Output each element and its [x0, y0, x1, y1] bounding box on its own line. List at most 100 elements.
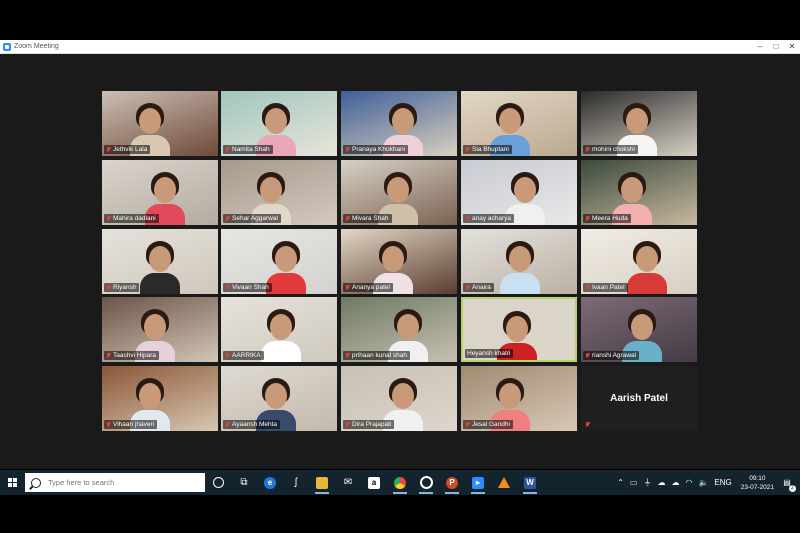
person-face [397, 314, 419, 340]
wifi-icon[interactable]: ◠ [682, 478, 695, 487]
participant-name: Anaira [472, 284, 491, 291]
participant-tile[interactable]: Ayaansh Mehta [221, 366, 337, 431]
name-tag: Dira Prajapati [343, 420, 395, 429]
onedrive-icon[interactable]: ☁ [668, 478, 682, 487]
participant-display-name: Aarish Patel [610, 393, 668, 404]
participant-name: Riyansh [113, 284, 137, 291]
edge-icon[interactable]: e [257, 470, 283, 495]
minimize-button[interactable]: – [752, 42, 768, 51]
participant-tile[interactable]: Mivara Shah [341, 160, 457, 225]
participant-tile[interactable]: Riyansh [102, 229, 218, 294]
participant-tile[interactable]: Pranaya Khokhani [341, 91, 457, 156]
start-button[interactable] [0, 470, 24, 495]
participant-tile[interactable]: prihaan kunal shah [341, 297, 457, 362]
mic-muted-icon [465, 146, 470, 153]
participant-tile[interactable]: Meera Huda [581, 160, 697, 225]
task-view-icon[interactable]: ⧉ [231, 470, 257, 495]
participant-name: Ayaansh Mehta [232, 421, 278, 428]
name-tag: Jethvik Lala [104, 145, 151, 154]
name-tag: Anaira [463, 283, 494, 292]
gallery-view: Jethvik Lala Namita Shah Pranaya Khokhani S… [0, 54, 800, 469]
participant-tile[interactable]: mohini chokshi [581, 91, 697, 156]
mail-icon[interactable]: ✉ [335, 470, 361, 495]
participant-tile[interactable]: Ananya patel [341, 229, 457, 294]
maximize-button[interactable]: □ [768, 42, 784, 51]
language-indicator[interactable]: ENG [711, 478, 734, 487]
participant-name: rianshi Agrawal [592, 352, 637, 359]
participant-tile[interactable]: Aarish Patel [581, 366, 697, 431]
amazon-icon[interactable]: a [361, 470, 387, 495]
participant-tile[interactable]: rianshi Agrawal [581, 297, 697, 362]
name-tag: Vihaan jhaveri [104, 420, 158, 429]
mic-muted-icon [106, 421, 111, 428]
participant-tile[interactable]: Sehar Aggarwal [221, 160, 337, 225]
file-explorer-icon[interactable] [309, 470, 335, 495]
participant-tile[interactable]: Mahira dadlani [102, 160, 218, 225]
person-face [506, 316, 528, 342]
notification-center-button[interactable]: ▤ 2 [780, 476, 796, 492]
cloud-icon[interactable]: ☁ [654, 478, 668, 487]
participant-tile[interactable]: Anaira [461, 229, 577, 294]
participant-name: mohini chokshi [592, 146, 635, 153]
word-icon[interactable]: W [517, 470, 543, 495]
mic-muted-icon [225, 215, 230, 222]
person-face [139, 108, 161, 134]
chevron-up-icon[interactable]: ⌃ [614, 478, 627, 487]
zoom-icon[interactable]: ▸ [465, 470, 491, 495]
chrome-icon[interactable] [387, 470, 413, 495]
mic-muted-icon [585, 215, 590, 222]
participant-tile[interactable]: Jethvik Lala [102, 91, 218, 156]
search-input[interactable] [48, 478, 188, 487]
cortana-icon[interactable] [205, 470, 231, 495]
person-face [265, 383, 287, 409]
participant-tile[interactable]: Namita Shah [221, 91, 337, 156]
zoom-logo-icon [3, 42, 11, 51]
name-tag: Jesal Gandhi [463, 420, 513, 429]
participant-tile[interactable]: Dira Prajapati [341, 366, 457, 431]
participant-tile[interactable]: Taashvi Hipara [102, 297, 218, 362]
participant-name: anay acharya [472, 215, 512, 222]
taskbar-search[interactable] [25, 473, 205, 492]
window-title: Zoom Meeting [14, 43, 59, 50]
mic-muted-icon [106, 215, 111, 222]
app-icon[interactable]: ʃ [283, 470, 309, 495]
usb-icon[interactable]: ⏚ [640, 477, 654, 488]
name-tag: Ananya patel [343, 283, 393, 292]
mic-muted-icon [585, 352, 590, 359]
name-tag: Heyansh khatri [465, 349, 514, 358]
name-tag: AARRIKA [223, 351, 264, 360]
person-face [382, 246, 404, 272]
mic-muted-icon [345, 421, 350, 428]
battery-icon[interactable]: ▭ [627, 478, 641, 487]
powerpoint-icon[interactable]: P [439, 470, 465, 495]
name-tag: Ivaan Patel [583, 283, 628, 292]
name-tag [583, 421, 595, 429]
participant-tile[interactable]: Ivaan Patel [581, 229, 697, 294]
participant-tile[interactable]: Heyansh khatri [461, 297, 577, 362]
participant-tile[interactable]: Jesal Gandhi [461, 366, 577, 431]
volume-icon[interactable]: 🔈 [695, 478, 711, 487]
clock[interactable]: 09:10 23-07-2021 [735, 474, 780, 492]
clock-date: 23-07-2021 [740, 483, 774, 491]
media-icon[interactable] [413, 470, 439, 495]
participant-tile[interactable]: Sia Bhuptani [461, 91, 577, 156]
participant-name: Ivaan Patel [592, 284, 625, 291]
person-face [499, 383, 521, 409]
name-tag: mohini chokshi [583, 145, 638, 154]
person-figure [627, 273, 667, 294]
participant-name: Jethvik Lala [113, 146, 148, 153]
person-face [270, 314, 292, 340]
participant-tile[interactable]: Vihaan jhaveri [102, 366, 218, 431]
vlc-icon[interactable] [491, 470, 517, 495]
close-button[interactable]: ✕ [784, 42, 800, 51]
person-figure [266, 273, 306, 294]
participant-tile[interactable]: AARRIKA [221, 297, 337, 362]
person-face [387, 177, 409, 203]
participant-name: Jesal Gandhi [472, 421, 510, 428]
participant-tile[interactable]: Vivaan Shah [221, 229, 337, 294]
participant-tile[interactable]: anay acharya [461, 160, 577, 225]
taskbar: ⧉ e ʃ ✉ a P ▸ W ⌃ ▭ ⏚ ☁ ☁ ◠ 🔈 ENG 09:10 … [0, 470, 800, 495]
name-tag: Ayaansh Mehta [223, 420, 281, 429]
person-figure [261, 341, 301, 362]
mic-muted-icon [345, 352, 350, 359]
